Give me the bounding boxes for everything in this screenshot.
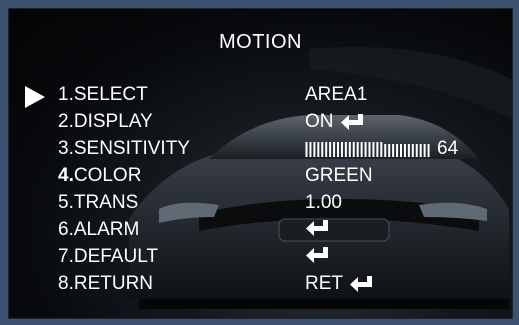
triangle-right-icon bbox=[25, 86, 45, 108]
enter-return-icon bbox=[306, 220, 328, 236]
sensitivity-tick bbox=[337, 141, 339, 157]
sensitivity-tick bbox=[352, 141, 355, 157]
menu-item-value: RET bbox=[305, 273, 373, 295]
sensitivity-tick bbox=[411, 143, 414, 157]
menu-item-label: 3.SENSITIVITY bbox=[58, 138, 190, 159]
sensitivity-tick bbox=[313, 141, 316, 157]
osd-screen: MOTION 1.SELECT AREA1 2.DISPLAY ON 3.SEN… bbox=[8, 8, 513, 319]
sensitivity-tick bbox=[396, 143, 399, 157]
menu-item-select[interactable]: 1.SELECT AREA1 bbox=[9, 83, 512, 109]
sensitivity-tick bbox=[419, 143, 422, 157]
enter-return-icon bbox=[340, 114, 363, 130]
sensitivity-level-bar[interactable] bbox=[305, 141, 431, 157]
menu-item-label: 2.DISPLAY bbox=[58, 111, 153, 132]
sensitivity-tick bbox=[415, 143, 418, 157]
sensitivity-tick bbox=[333, 141, 336, 157]
sensitivity-tick bbox=[305, 141, 308, 157]
sensitivity-tick bbox=[368, 141, 371, 157]
enter-return-icon bbox=[306, 247, 328, 263]
sensitivity-tick bbox=[380, 141, 383, 157]
menu-item-alarm[interactable]: 6.ALARM bbox=[9, 218, 512, 244]
sensitivity-tick bbox=[407, 143, 410, 157]
sensitivity-tick bbox=[427, 143, 430, 157]
menu-item-sensitivity[interactable]: 3.SENSITIVITY 64 bbox=[9, 137, 512, 163]
menu-item-value: AREA1 bbox=[305, 84, 368, 105]
sensitivity-tick bbox=[388, 143, 391, 157]
sensitivity-tick bbox=[348, 141, 351, 157]
menu-item-value bbox=[305, 219, 329, 237]
menu-item-value: 1.00 bbox=[305, 192, 342, 213]
menu-title: MOTION bbox=[219, 31, 302, 53]
sensitivity-tick bbox=[372, 141, 375, 157]
sensitivity-tick bbox=[325, 141, 328, 157]
menu-item-color[interactable]: 4.COLOR GREEN bbox=[9, 164, 512, 190]
menu-item-display[interactable]: 2.DISPLAY ON bbox=[9, 110, 512, 136]
sensitivity-tick bbox=[376, 141, 379, 157]
menu-item-label: 7.DEFAULT bbox=[58, 246, 158, 267]
enter-return-icon bbox=[350, 276, 372, 292]
sensitivity-tick bbox=[344, 141, 347, 157]
sensitivity-tick bbox=[360, 141, 363, 157]
sensitivity-tick bbox=[317, 141, 320, 157]
sensitivity-tick bbox=[400, 143, 402, 157]
menu-item-value: GREEN bbox=[305, 165, 373, 186]
menu-item-label: 1.SELECT bbox=[58, 84, 148, 105]
sensitivity-tick bbox=[321, 141, 324, 157]
menu-item-label: 8.RETURN bbox=[58, 273, 154, 294]
sensitivity-tick bbox=[356, 141, 359, 157]
sensitivity-tick bbox=[392, 143, 395, 157]
menu-item-label: 5.TRANS bbox=[58, 192, 139, 213]
menu-item-default[interactable]: 7.DEFAULT bbox=[9, 245, 512, 271]
menu-item-label: 4.COLOR bbox=[58, 165, 142, 186]
menu-item-value bbox=[305, 246, 329, 264]
menu-item-value: ON bbox=[305, 111, 364, 133]
menu-item-trans[interactable]: 5.TRANS 1.00 bbox=[9, 191, 512, 217]
sensitivity-tick bbox=[309, 141, 312, 157]
menu-item-value: 64 bbox=[305, 138, 458, 160]
sensitivity-tick bbox=[364, 141, 367, 157]
sensitivity-tick bbox=[329, 141, 332, 157]
sensitivity-tick bbox=[423, 143, 426, 157]
menu-item-return[interactable]: 8.RETURN RET bbox=[9, 272, 512, 298]
menu-item-label: 6.ALARM bbox=[58, 219, 140, 240]
sensitivity-tick bbox=[384, 143, 387, 157]
sensitivity-tick bbox=[340, 141, 343, 157]
sensitivity-tick bbox=[403, 143, 406, 157]
